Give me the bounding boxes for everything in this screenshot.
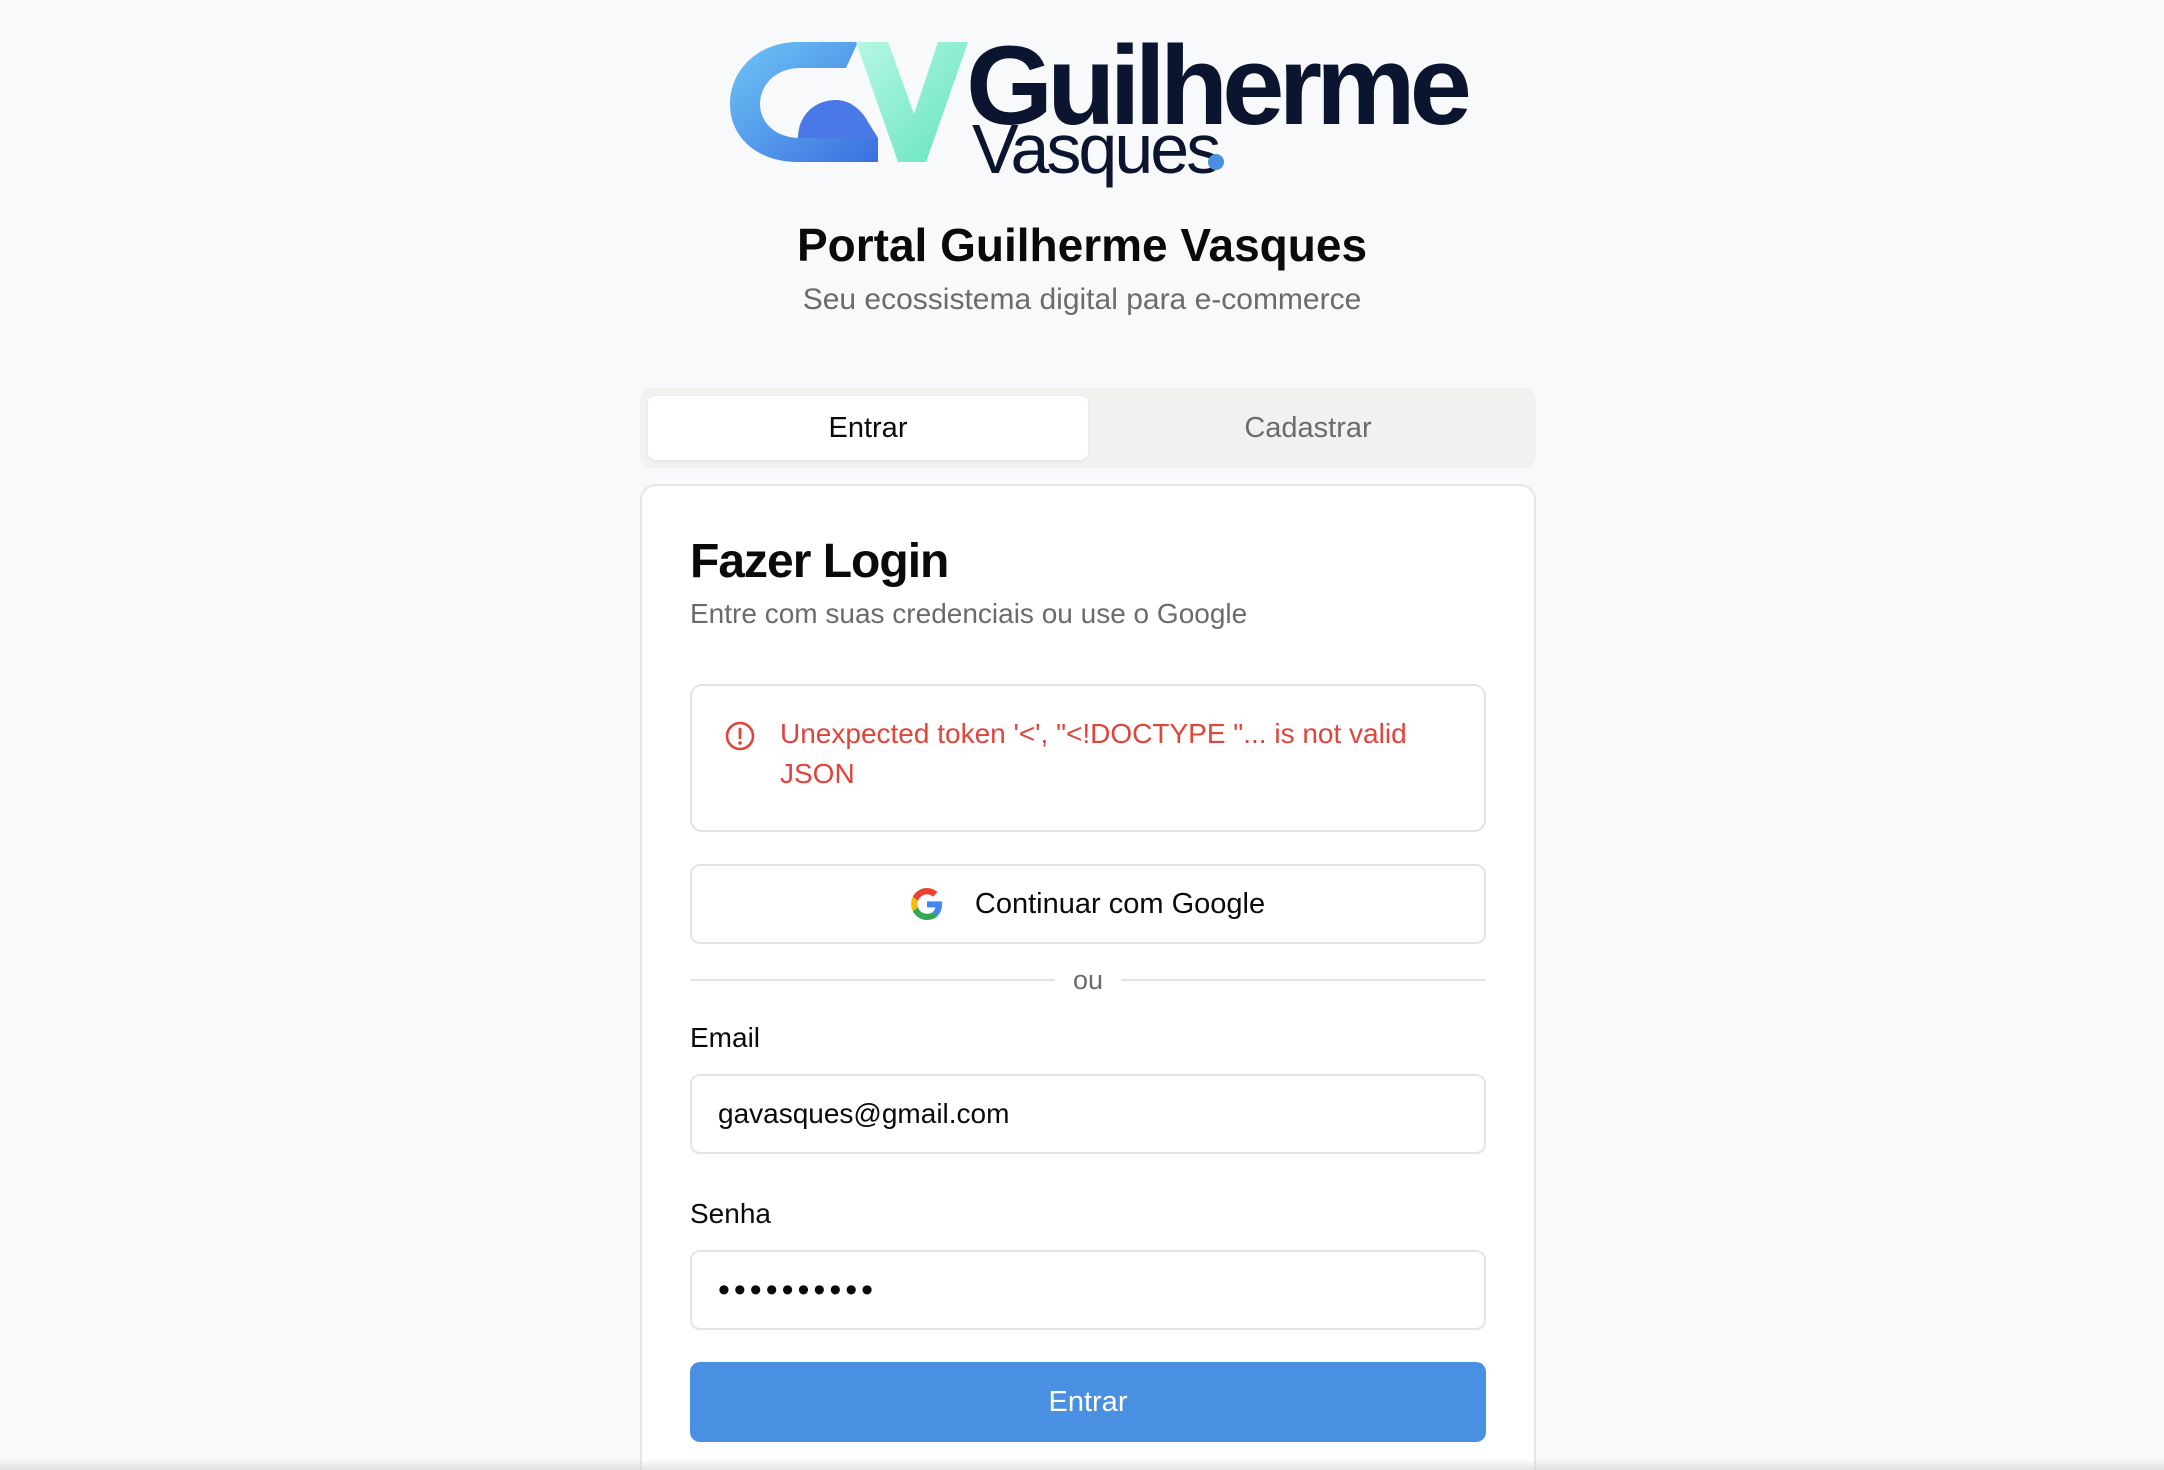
gv-monogram-icon	[730, 42, 968, 162]
or-divider: ou	[690, 960, 1487, 1000]
email-label: Email	[690, 1022, 761, 1053]
password-field[interactable]	[690, 1250, 1486, 1330]
password-label: Senha	[690, 1198, 771, 1229]
logo-dot	[1208, 154, 1224, 170]
tab-cadastrar[interactable]: Cadastrar	[1088, 396, 1528, 460]
alert-circle-icon	[725, 721, 755, 751]
tab-entrar[interactable]: Entrar	[648, 396, 1088, 460]
divider-line-right	[1121, 979, 1487, 981]
submit-login-button[interactable]: Entrar	[690, 1362, 1486, 1442]
email-field[interactable]	[690, 1074, 1486, 1154]
divider-text: ou	[1072, 964, 1104, 995]
logo-wordmark-second: Vasques	[972, 110, 1221, 188]
page-title: Portal Guilherme Vasques	[796, 219, 1368, 271]
auth-tabs: Entrar Cadastrar	[640, 388, 1536, 468]
login-page: Guilherme Vasques Portal Guilherme Vasqu…	[0, 0, 2164, 1470]
card-description: Entre com suas credenciais ou use o Goog…	[690, 598, 1248, 629]
divider-line-left	[690, 979, 1055, 981]
google-button-label: Continuar com Google	[974, 887, 1266, 920]
error-message: Unexpected token '<', "<!DOCTYPE "... is…	[780, 718, 1407, 789]
page-subtitle: Seu ecossistema digital para e-commerce	[802, 283, 1362, 316]
login-card: Fazer Login Entre com suas credenciais o…	[640, 484, 1536, 1470]
bottom-edge-shadow	[0, 1458, 2164, 1470]
brand-logo: Guilherme Vasques	[728, 30, 1472, 190]
google-login-button[interactable]: Continuar com Google	[690, 864, 1486, 944]
card-title: Fazer Login	[690, 535, 949, 588]
google-icon	[910, 888, 942, 920]
error-alert: Unexpected token '<', "<!DOCTYPE "... is…	[690, 684, 1486, 832]
